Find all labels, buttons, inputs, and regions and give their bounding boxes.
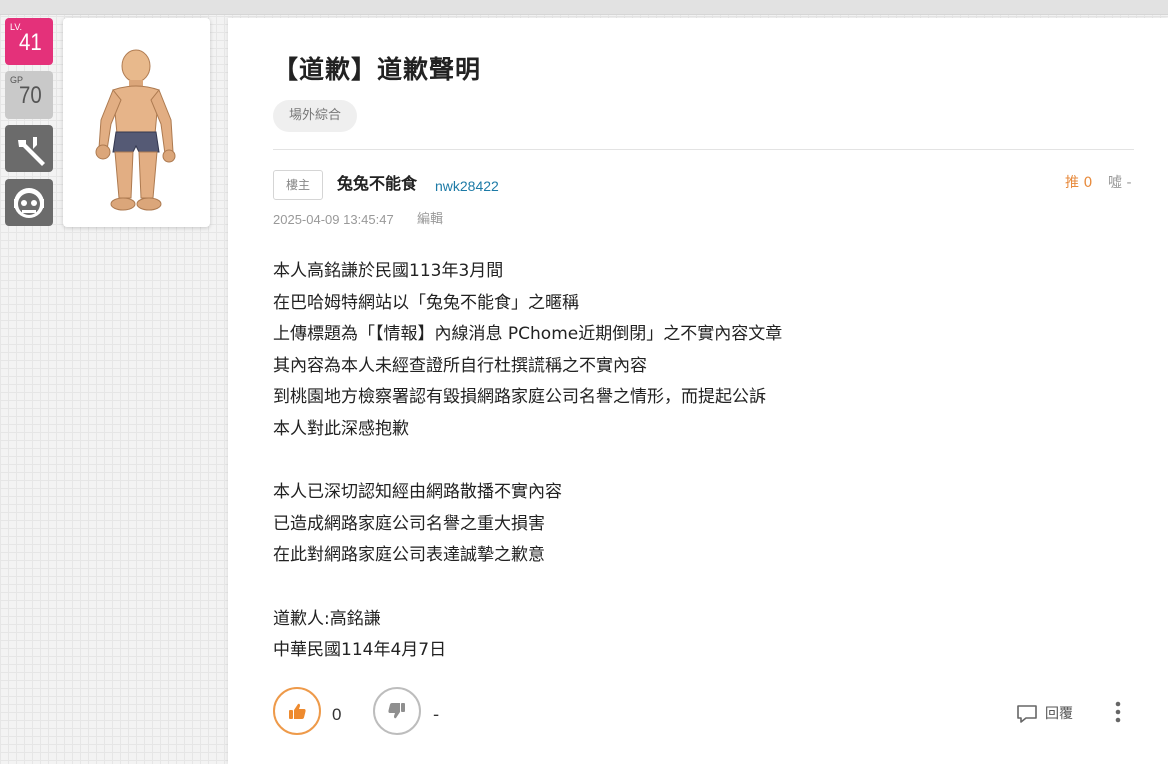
post-timestamp: 2025-04-09 13:45:47 xyxy=(273,212,394,227)
thumbs-down-icon xyxy=(388,703,405,719)
gp-badge[interactable]: GP 70 xyxy=(5,71,53,119)
boo-count[interactable]: 噓 - xyxy=(1108,173,1132,193)
post-title: 【道歉】道歉聲明 xyxy=(273,55,482,84)
body-line: 本人高銘謙於民國113年3月間 xyxy=(273,261,504,281)
dislike-count: - xyxy=(433,705,440,725)
post-panel: 【道歉】道歉聲明 場外綜合 樓主 兔兔不能食 nwk28422 推 0 噓 - … xyxy=(228,18,1168,764)
level-value: 41 xyxy=(19,29,42,56)
body-line: 到桃園地方檢察署認有毀損網路家庭公司名譽之情形，而提起公訴 xyxy=(273,387,766,407)
post-body: 本人高銘謙於民國113年3月間 在巴哈姆特網站以「兔兔不能食」之暱稱 上傳標題為… xyxy=(273,256,1133,667)
body-line: 本人對此深感抱歉 xyxy=(273,418,409,439)
body-line: 其內容為本人未經查證所自行杜撰謊稱之不實內容 xyxy=(273,355,647,376)
author-name[interactable]: 兔兔不能食 xyxy=(337,173,417,195)
op-tag: 樓主 xyxy=(273,170,323,200)
body-line: 在巴哈姆特網站以「兔兔不能食」之暱稱 xyxy=(273,292,579,313)
title-badge[interactable] xyxy=(5,125,53,172)
body-line: 本人已深切認知經由網路散播不實內容 xyxy=(273,482,562,502)
thumbs-up-icon xyxy=(289,703,306,719)
face-icon xyxy=(14,188,44,218)
guild-badge[interactable] xyxy=(5,179,53,226)
body-line: 道歉人:高銘謙 xyxy=(273,608,381,629)
like-button[interactable] xyxy=(273,687,321,735)
body-line: 已造成網路家庭公司名譽之重大損害 xyxy=(273,513,545,534)
push-count[interactable]: 推 0 xyxy=(1065,173,1092,193)
more-options-button[interactable] xyxy=(1110,700,1126,726)
body-line: 在此對網路家庭公司表達誠摯之歉意 xyxy=(273,545,545,565)
level-badge[interactable]: LV. 41 xyxy=(5,18,53,65)
like-count: 0 xyxy=(332,705,342,724)
user-avatar[interactable] xyxy=(63,18,210,227)
reply-label: 回覆 xyxy=(1045,706,1073,722)
wrench-icon xyxy=(18,137,45,166)
edit-link[interactable]: 編輯 xyxy=(417,210,443,230)
author-id[interactable]: nwk28422 xyxy=(435,176,499,196)
board-tag[interactable]: 場外綜合 xyxy=(273,100,358,132)
gp-value: 70 xyxy=(19,82,42,109)
dislike-button[interactable] xyxy=(373,687,421,735)
divider xyxy=(273,149,1134,150)
body-line: 上傳標題為「【情報】內線消息 PChome近期倒閉」之不實內容文章 xyxy=(273,324,783,344)
body-line: 中華民國114年4月7日 xyxy=(273,640,447,660)
avatar-figure xyxy=(95,49,176,211)
comment-icon xyxy=(1017,705,1037,723)
top-bar xyxy=(0,0,1168,15)
more-vertical-icon xyxy=(1115,701,1121,723)
